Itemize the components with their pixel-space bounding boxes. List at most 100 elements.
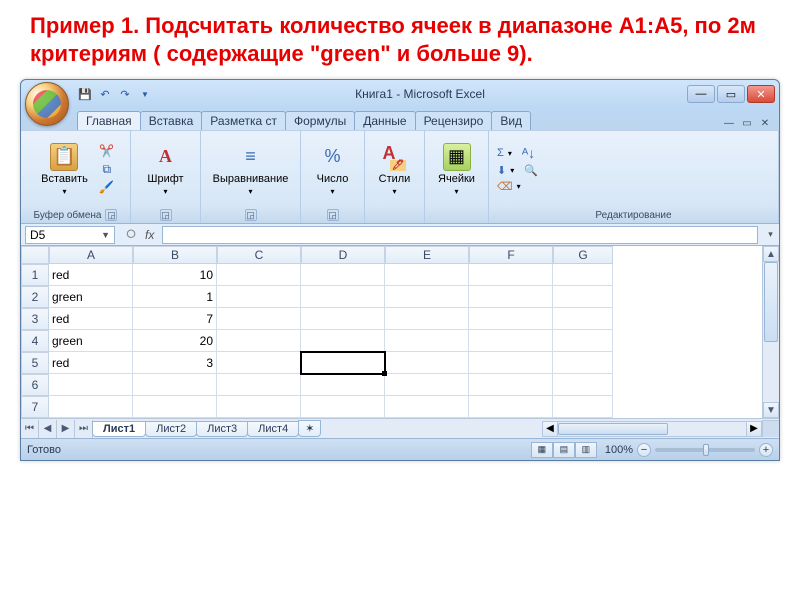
cell-d5[interactable] <box>301 352 385 374</box>
scroll-left-icon[interactable]: ◀ <box>542 421 558 437</box>
tab-data[interactable]: Данные <box>354 111 415 130</box>
paste-button[interactable]: 📋 Вставить ▾ <box>35 141 94 198</box>
col-header-e[interactable]: E <box>385 246 469 264</box>
vertical-scrollbar[interactable]: ▲ ▼ <box>762 246 779 418</box>
row-header-4[interactable]: 4 <box>21 330 49 352</box>
minimize-button[interactable]: — <box>687 85 715 103</box>
cell-g2[interactable] <box>553 286 613 308</box>
col-header-d[interactable]: D <box>301 246 385 264</box>
row-header-7[interactable]: 7 <box>21 396 49 418</box>
normal-view-icon[interactable]: ▦ <box>531 442 553 458</box>
select-all-corner[interactable] <box>21 246 49 264</box>
sort-filter-icon[interactable]: ᴬ↓ <box>522 145 535 161</box>
cell-g3[interactable] <box>553 308 613 330</box>
clear-icon[interactable]: ⌫ <box>497 180 513 193</box>
format-painter-icon[interactable]: 🖌️ <box>98 179 116 195</box>
cell-a7[interactable] <box>49 396 133 418</box>
cell-d2[interactable] <box>301 286 385 308</box>
cell-c1[interactable] <box>217 264 301 286</box>
zoom-in-button[interactable]: + <box>759 443 773 457</box>
cell-a5[interactable]: red <box>49 352 133 374</box>
zoom-slider[interactable] <box>655 448 755 452</box>
redo-icon[interactable]: ↷ <box>117 86 133 102</box>
number-button[interactable]: % Число ▾ <box>311 141 355 198</box>
cell-a1[interactable]: red <box>49 264 133 286</box>
cell-a2[interactable]: green <box>49 286 133 308</box>
clipboard-launcher[interactable]: ◲ <box>105 209 117 221</box>
cell-f2[interactable] <box>469 286 553 308</box>
prev-sheet-icon[interactable]: ◀ <box>39 420 57 438</box>
next-sheet-icon[interactable]: ▶ <box>57 420 75 438</box>
zoom-out-button[interactable]: − <box>637 443 651 457</box>
cell-a3[interactable]: red <box>49 308 133 330</box>
cell-e4[interactable] <box>385 330 469 352</box>
autosum-icon[interactable]: Σ <box>497 147 504 159</box>
undo-icon[interactable]: ↶ <box>97 86 113 102</box>
cell-a4[interactable]: green <box>49 330 133 352</box>
close-button[interactable]: ✕ <box>747 85 775 103</box>
cell-g7[interactable] <box>553 396 613 418</box>
cell-b4[interactable]: 20 <box>133 330 217 352</box>
col-header-g[interactable]: G <box>553 246 613 264</box>
cell-e5[interactable] <box>385 352 469 374</box>
fill-icon[interactable]: ⬇ <box>497 164 506 177</box>
tab-formulas[interactable]: Формулы <box>285 111 355 130</box>
cell-d7[interactable] <box>301 396 385 418</box>
cell-e1[interactable] <box>385 264 469 286</box>
tab-view[interactable]: Вид <box>491 111 531 130</box>
cell-f1[interactable] <box>469 264 553 286</box>
cell-b2[interactable]: 1 <box>133 286 217 308</box>
row-header-5[interactable]: 5 <box>21 352 49 374</box>
office-button[interactable] <box>25 82 69 126</box>
cell-d1[interactable] <box>301 264 385 286</box>
cell-d6[interactable] <box>301 374 385 396</box>
row-header-3[interactable]: 3 <box>21 308 49 330</box>
col-header-c[interactable]: C <box>217 246 301 264</box>
save-icon[interactable]: 💾 <box>77 86 93 102</box>
col-header-b[interactable]: B <box>133 246 217 264</box>
row-header-1[interactable]: 1 <box>21 264 49 286</box>
sheet-tab-2[interactable]: Лист2 <box>145 421 197 437</box>
last-sheet-icon[interactable]: ⏭ <box>75 420 93 438</box>
cell-f4[interactable] <box>469 330 553 352</box>
cell-g1[interactable] <box>553 264 613 286</box>
tab-insert[interactable]: Вставка <box>140 111 203 130</box>
cell-e2[interactable] <box>385 286 469 308</box>
cell-g6[interactable] <box>553 374 613 396</box>
page-layout-view-icon[interactable]: ▤ <box>553 442 575 458</box>
align-launcher[interactable]: ◲ <box>245 209 257 221</box>
cell-e6[interactable] <box>385 374 469 396</box>
cell-f6[interactable] <box>469 374 553 396</box>
cancel-formula-icon[interactable]: ⭘ <box>121 227 141 242</box>
sheet-tab-4[interactable]: Лист4 <box>247 421 299 437</box>
sheet-tab-3[interactable]: Лист3 <box>196 421 248 437</box>
formula-input[interactable] <box>162 226 758 244</box>
cell-d4[interactable] <box>301 330 385 352</box>
vscroll-thumb[interactable] <box>764 262 778 342</box>
tab-page-layout[interactable]: Разметка ст <box>201 111 286 130</box>
cell-e3[interactable] <box>385 308 469 330</box>
horizontal-scrollbar[interactable]: ◀ ▶ <box>542 421 762 437</box>
cells-button[interactable]: ▦ Ячейки ▾ <box>432 141 481 198</box>
cell-c2[interactable] <box>217 286 301 308</box>
zoom-level[interactable]: 100% <box>605 444 633 456</box>
find-icon[interactable]: 🔍 <box>524 164 538 177</box>
new-sheet-icon[interactable]: ✶ <box>298 420 321 437</box>
cell-b3[interactable]: 7 <box>133 308 217 330</box>
cell-f3[interactable] <box>469 308 553 330</box>
cell-b1[interactable]: 10 <box>133 264 217 286</box>
cell-a6[interactable] <box>49 374 133 396</box>
alignment-button[interactable]: ≡ Выравнивание ▾ <box>207 141 295 198</box>
name-box[interactable]: D5▼ <box>25 226 115 244</box>
cell-b5[interactable]: 3 <box>133 352 217 374</box>
cell-f7[interactable] <box>469 396 553 418</box>
col-header-a[interactable]: A <box>49 246 133 264</box>
namebox-dropdown-icon[interactable]: ▼ <box>101 230 110 240</box>
cell-e7[interactable] <box>385 396 469 418</box>
tab-review[interactable]: Рецензиро <box>415 111 493 130</box>
cell-c7[interactable] <box>217 396 301 418</box>
copy-icon[interactable]: ⧉ <box>98 161 116 177</box>
cut-icon[interactable]: ✂️ <box>98 143 116 159</box>
fx-icon[interactable]: fx <box>145 228 154 242</box>
cell-b6[interactable] <box>133 374 217 396</box>
